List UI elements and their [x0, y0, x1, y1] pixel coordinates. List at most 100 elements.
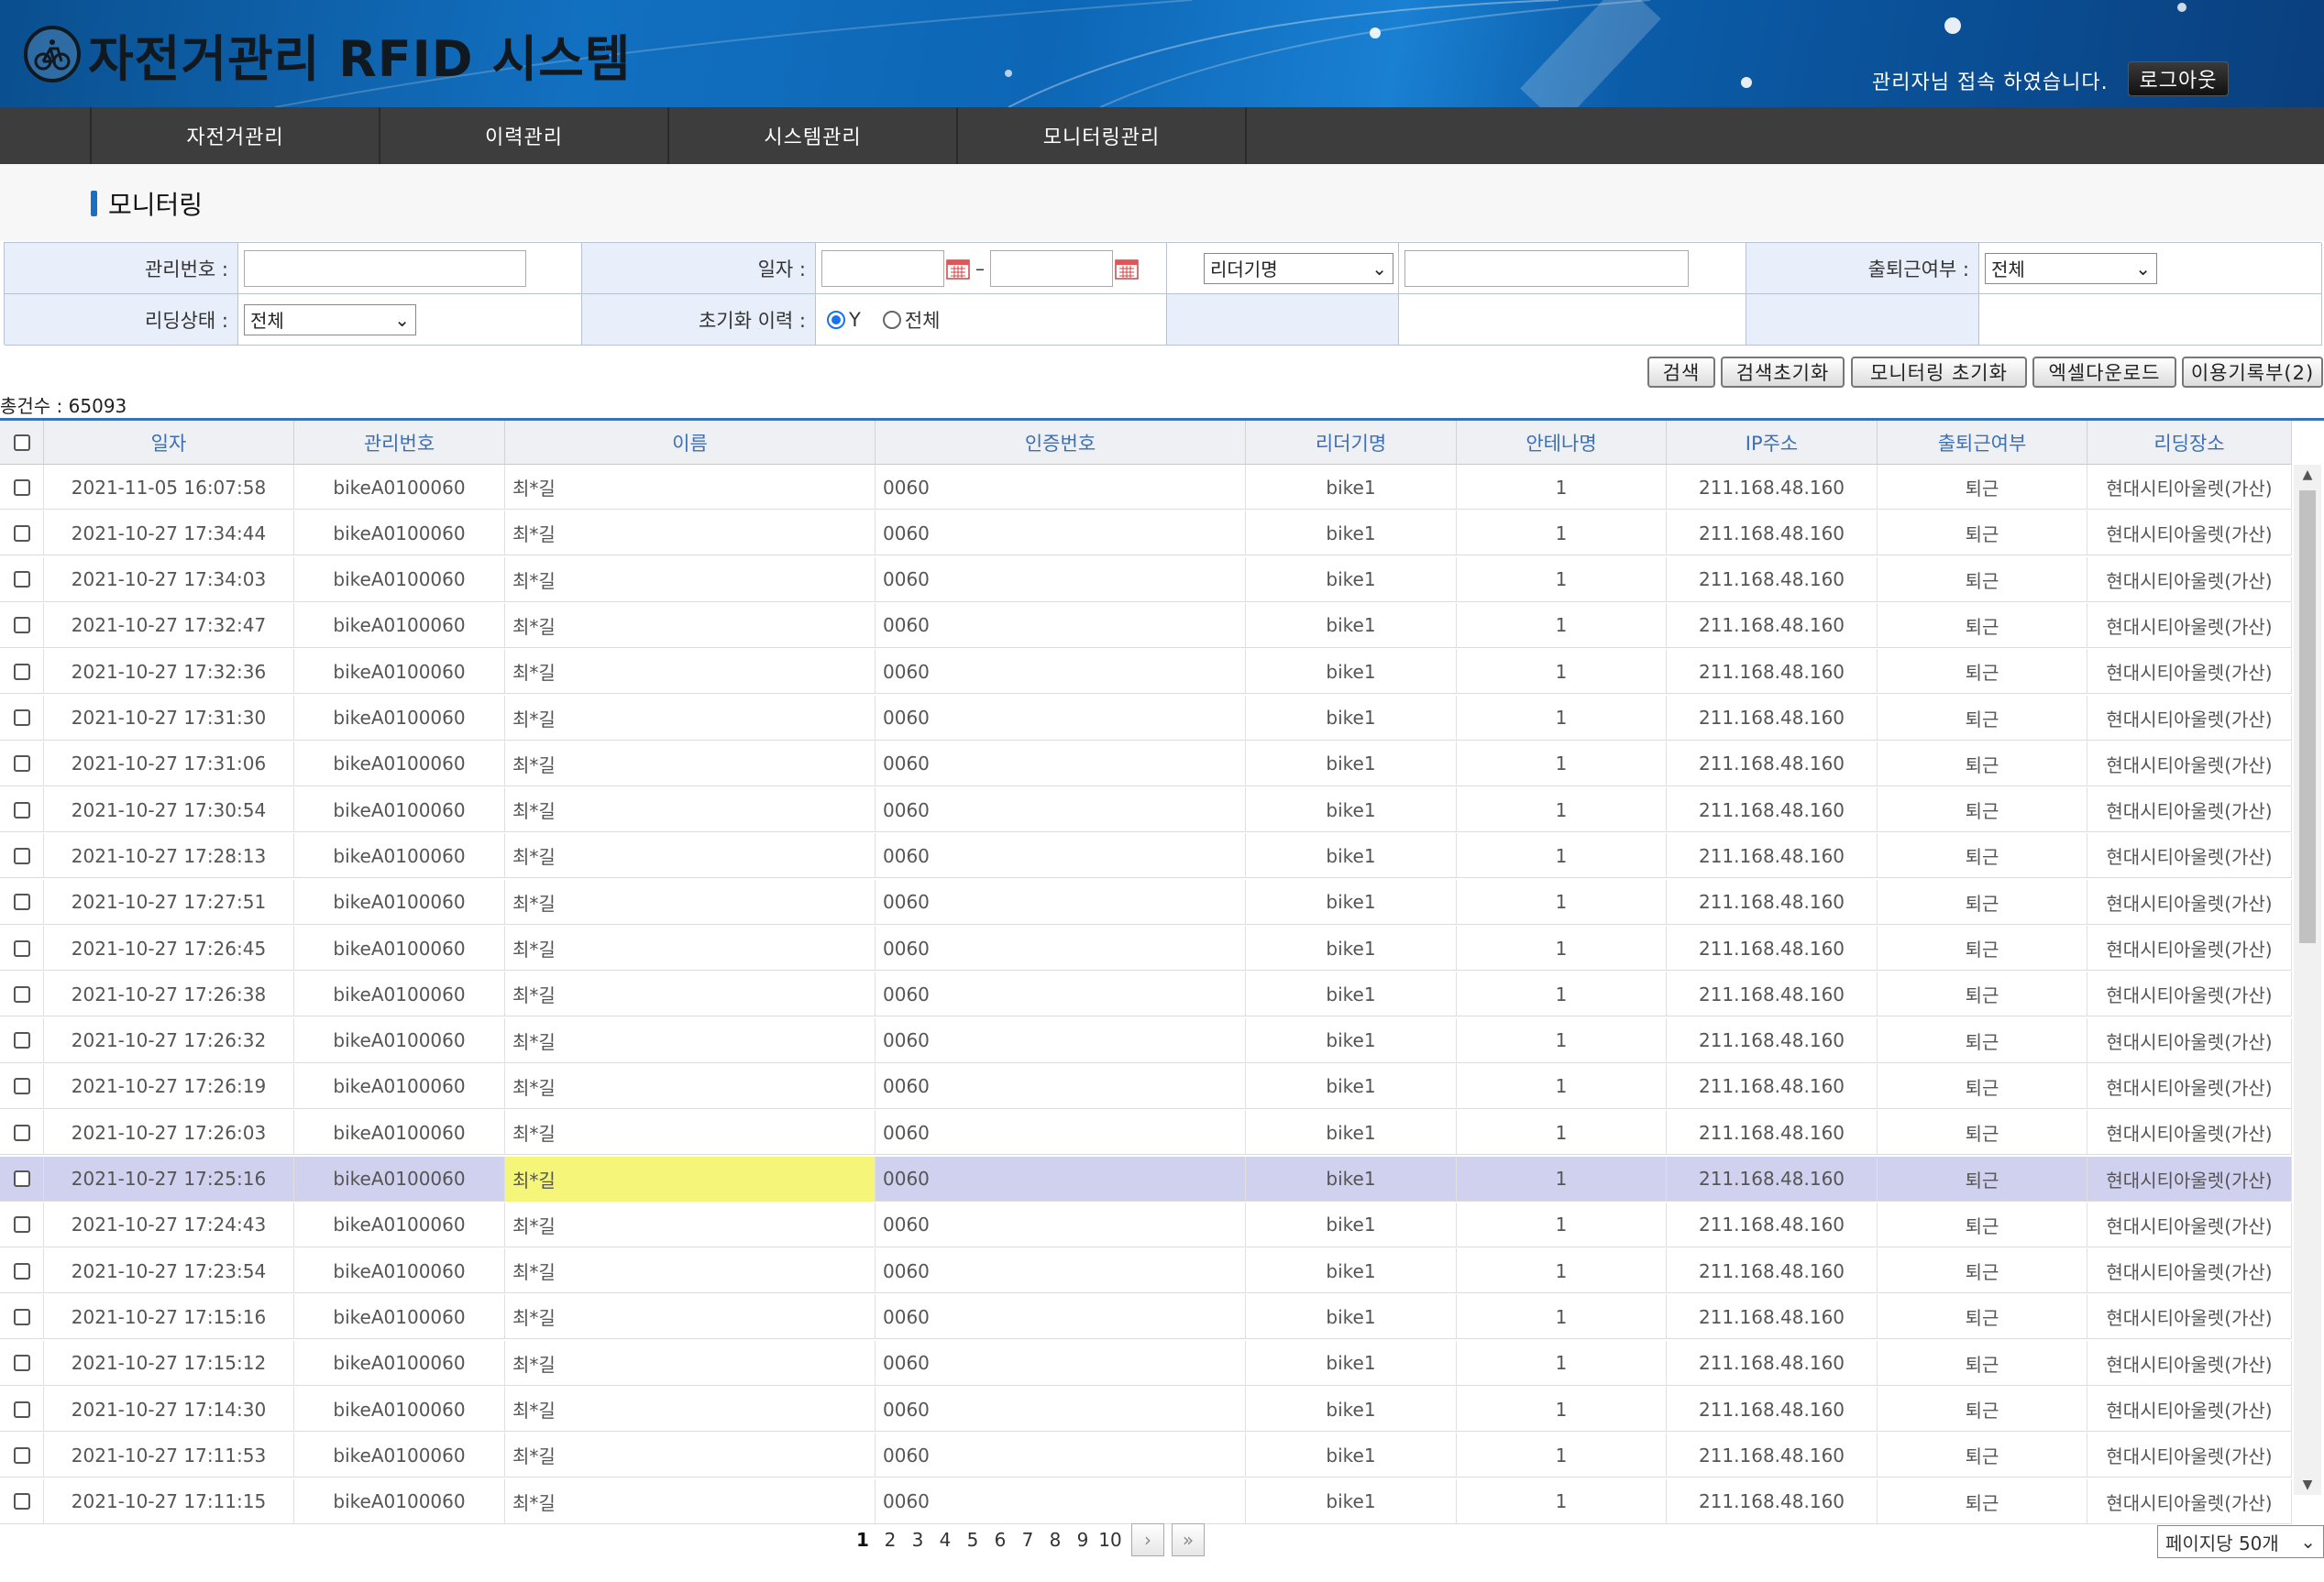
nav-item-history[interactable]: 이력관리	[380, 107, 669, 164]
table-row[interactable]: 2021-10-27 17:27:51 bikeA0100060 최*길 0060 bi…	[0, 879, 2292, 925]
radio-all[interactable]	[882, 310, 901, 329]
select-all-checkbox[interactable]	[13, 434, 30, 451]
table-row[interactable]: 2021-11-05 16:07:58 bikeA0100060 최*길 0060 bi…	[0, 465, 2292, 510]
table-row[interactable]: 2021-10-27 17:15:16 bikeA0100060 최*길 0060 bi…	[0, 1294, 2292, 1340]
cell-commute: 퇴근	[1878, 1017, 2087, 1063]
row-checkbox[interactable]	[13, 1308, 30, 1325]
row-checkbox[interactable]	[13, 1170, 30, 1187]
page-link[interactable]: 2	[876, 1529, 904, 1551]
row-checkbox[interactable]	[13, 1216, 30, 1234]
table-row[interactable]: 2021-10-27 17:26:32 bikeA0100060 최*길 0060 bi…	[0, 1017, 2292, 1063]
row-checkbox-cell	[0, 556, 44, 602]
col-header-antenna[interactable]: 안테나명	[1457, 421, 1667, 465]
grid-scrollbar[interactable]: ▲ ▼	[2294, 465, 2321, 1495]
logout-button[interactable]: 로그아웃	[2128, 61, 2229, 96]
row-checkbox[interactable]	[13, 847, 30, 864]
table-row[interactable]: 2021-10-27 17:26:38 bikeA0100060 최*길 0060 bi…	[0, 972, 2292, 1017]
scroll-thumb[interactable]	[2299, 490, 2316, 943]
row-checkbox[interactable]	[13, 709, 30, 726]
commute-select[interactable]: 전체 ⌄	[1985, 252, 2157, 284]
app-logo[interactable]: 자전거관리 RFID 시스템	[24, 22, 631, 88]
col-header-reader[interactable]: 리더기명	[1246, 421, 1457, 465]
page-link[interactable]: 1	[849, 1529, 876, 1551]
table-row[interactable]: 2021-10-27 17:34:44 bikeA0100060 최*길 0060 bi…	[0, 511, 2292, 556]
table-row[interactable]: 2021-10-27 17:14:30 bikeA0100060 최*길 0060 bi…	[0, 1387, 2292, 1432]
table-row[interactable]: 2021-10-27 17:32:47 bikeA0100060 최*길 0060 bi…	[0, 602, 2292, 648]
page-link[interactable]: 4	[931, 1529, 959, 1551]
row-checkbox[interactable]	[13, 1262, 30, 1280]
page-link[interactable]: 5	[959, 1529, 986, 1551]
cell-mgmt-no: bikeA0100060	[294, 926, 505, 971]
table-row[interactable]: 2021-10-27 17:31:30 bikeA0100060 최*길 0060 bi…	[0, 695, 2292, 741]
monitoring-reset-button[interactable]: 모니터링 초기화	[1851, 357, 2027, 388]
row-checkbox[interactable]	[13, 663, 30, 680]
cell-location: 현대시티아울렛(가산)	[2087, 1202, 2292, 1247]
table-row[interactable]: 2021-10-27 17:26:45 bikeA0100060 최*길 0060 bi…	[0, 926, 2292, 971]
table-row[interactable]: 2021-10-27 17:30:54 bikeA0100060 최*길 0060 bi…	[0, 787, 2292, 833]
table-row[interactable]: 2021-10-27 17:28:13 bikeA0100060 최*길 0060 bi…	[0, 833, 2292, 879]
reader-select[interactable]: 리더기명 ⌄	[1204, 252, 1393, 284]
calendar-from-icon[interactable]	[946, 258, 970, 280]
col-header-name[interactable]: 이름	[505, 421, 876, 465]
row-checkbox[interactable]	[13, 524, 30, 542]
next-page-icon[interactable]: ›	[1131, 1523, 1164, 1556]
calendar-to-icon[interactable]	[1115, 258, 1139, 280]
per-page-select[interactable]: 페이지당 50개 ⌄	[2157, 1525, 2324, 1558]
table-row[interactable]: 2021-10-27 17:23:54 bikeA0100060 최*길 0060 bi…	[0, 1248, 2292, 1294]
mgmt-no-input[interactable]	[244, 249, 526, 287]
row-checkbox[interactable]	[13, 985, 30, 1003]
table-row[interactable]: 2021-10-27 17:24:43 bikeA0100060 최*길 0060 bi…	[0, 1202, 2292, 1247]
scroll-down-icon[interactable]: ▼	[2294, 1475, 2321, 1495]
table-row[interactable]: 2021-10-27 17:11:15 bikeA0100060 최*길 0060 bi…	[0, 1478, 2292, 1524]
table-row[interactable]: 2021-10-27 17:34:03 bikeA0100060 최*길 0060 bi…	[0, 556, 2292, 602]
row-checkbox[interactable]	[13, 1032, 30, 1049]
row-checkbox[interactable]	[13, 939, 30, 957]
excel-download-button[interactable]: 엑셀다운로드	[2032, 357, 2176, 388]
radio-y[interactable]	[827, 310, 845, 329]
row-checkbox[interactable]	[13, 1401, 30, 1418]
row-checkbox[interactable]	[13, 1493, 30, 1511]
nav-item-system[interactable]: 시스템관리	[669, 107, 958, 164]
page-link[interactable]: 3	[904, 1529, 931, 1551]
col-header-date[interactable]: 일자	[44, 421, 294, 465]
row-checkbox[interactable]	[13, 1355, 30, 1372]
col-header-mgmt-no[interactable]: 관리번호	[294, 421, 505, 465]
search-button[interactable]: 검색	[1647, 357, 1715, 388]
col-header-ip[interactable]: IP주소	[1667, 421, 1878, 465]
date-from-input[interactable]	[821, 249, 944, 287]
reader-name-input[interactable]	[1404, 249, 1689, 287]
table-row[interactable]: 2021-10-27 17:31:06 bikeA0100060 최*길 0060 bi…	[0, 741, 2292, 786]
col-header-auth-no[interactable]: 인증번호	[876, 421, 1246, 465]
scroll-up-icon[interactable]: ▲	[2294, 465, 2321, 485]
page-link[interactable]: 6	[986, 1529, 1014, 1551]
col-header-commute[interactable]: 출퇴근여부	[1878, 421, 2087, 465]
nav-item-bike-management[interactable]: 자전거관리	[92, 107, 380, 164]
table-row[interactable]: 2021-10-27 17:25:16 bikeA0100060 최*길 0060 bi…	[0, 1156, 2292, 1202]
row-checkbox[interactable]	[13, 1124, 30, 1141]
search-reset-button[interactable]: 검색초기화	[1721, 357, 1845, 388]
table-row[interactable]: 2021-10-27 17:15:12 bikeA0100060 최*길 0060 bi…	[0, 1340, 2292, 1386]
row-checkbox[interactable]	[13, 571, 30, 588]
cell-date: 2021-10-27 17:14:30	[44, 1387, 294, 1432]
nav-item-monitoring[interactable]: 모니터링관리	[958, 107, 1247, 164]
row-checkbox[interactable]	[13, 617, 30, 634]
table-row[interactable]: 2021-10-27 17:26:19 bikeA0100060 최*길 0060 bi…	[0, 1063, 2292, 1109]
row-checkbox[interactable]	[13, 1446, 30, 1464]
date-to-input[interactable]	[990, 249, 1113, 287]
row-checkbox[interactable]	[13, 801, 30, 818]
read-status-select[interactable]: 전체 ⌄	[244, 303, 416, 335]
row-checkbox[interactable]	[13, 478, 30, 496]
table-row[interactable]: 2021-10-27 17:32:36 bikeA0100060 최*길 0060 bi…	[0, 649, 2292, 695]
page-link[interactable]: 7	[1014, 1529, 1041, 1551]
usage-log-button[interactable]: 이용기록부(2)	[2182, 357, 2323, 388]
table-row[interactable]: 2021-10-27 17:11:53 bikeA0100060 최*길 0060 bi…	[0, 1433, 2292, 1478]
table-row[interactable]: 2021-10-27 17:26:03 bikeA0100060 최*길 0060 bi…	[0, 1110, 2292, 1156]
col-header-location[interactable]: 리딩장소	[2087, 421, 2292, 465]
page-link[interactable]: 10	[1096, 1529, 1124, 1551]
page-link[interactable]: 9	[1069, 1529, 1096, 1551]
row-checkbox[interactable]	[13, 894, 30, 911]
page-link[interactable]: 8	[1041, 1529, 1069, 1551]
row-checkbox[interactable]	[13, 755, 30, 773]
row-checkbox[interactable]	[13, 1078, 30, 1095]
last-page-icon[interactable]: »	[1172, 1523, 1205, 1556]
